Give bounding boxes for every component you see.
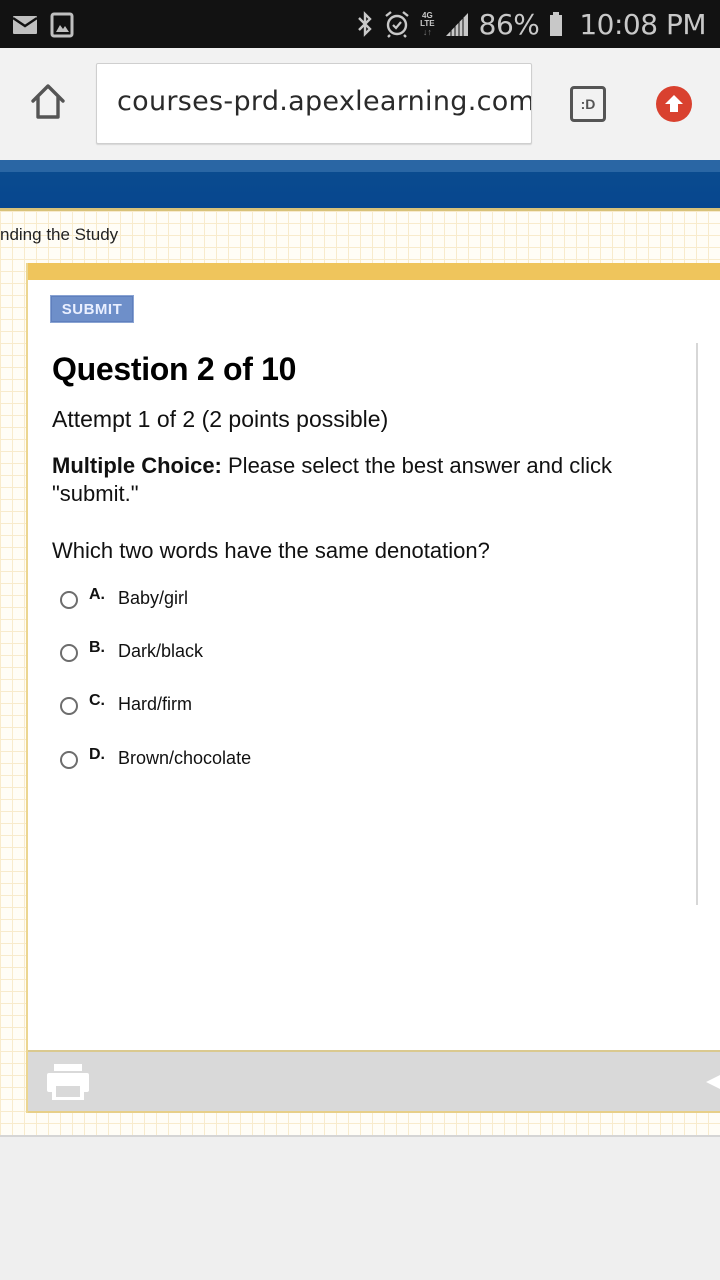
option-letter: D. [89, 746, 105, 763]
clock: 10:08 PM [579, 7, 706, 41]
bottom-blank-area [0, 1135, 720, 1280]
card-accent-bar [28, 263, 720, 280]
answer-option-a[interactable]: A. Baby/girl [60, 583, 188, 613]
radio-button[interactable] [60, 644, 78, 662]
question-card: SUBMIT Question 2 of 10 Attempt 1 of 2 (… [26, 263, 720, 1113]
submit-label: SUBMIT [61, 300, 123, 318]
print-button[interactable] [46, 1062, 90, 1102]
print-icon [47, 1064, 89, 1100]
alarm-icon [385, 11, 409, 38]
option-text: Dark/black [118, 640, 204, 661]
option-text: Hard/firm [118, 693, 193, 714]
url-text: courses-prd.apexlearning.com/ [117, 86, 532, 117]
bluetooth-icon [358, 11, 372, 37]
tab-switcher-button[interactable]: :D [570, 86, 606, 122]
instructions: Multiple Choice: Please select the best … [52, 452, 672, 508]
browser-toolbar: courses-prd.apexlearning.com/ :D [0, 48, 720, 160]
battery-percent: 86% [478, 7, 540, 41]
submit-button[interactable]: SUBMIT [50, 295, 134, 323]
option-letter: C. [89, 692, 105, 709]
4g-lte-icon: 4G LTE ↓↑ [420, 12, 435, 37]
card-footer [28, 1050, 720, 1113]
answer-option-d[interactable]: D. Brown/chocolate [60, 743, 251, 773]
option-text: Brown/chocolate [118, 747, 252, 768]
radio-button[interactable] [60, 591, 78, 609]
question-prompt: Which two words have the same denotation… [52, 538, 490, 563]
vertical-divider [696, 343, 698, 905]
instructions-type: Multiple Choice: [52, 453, 222, 478]
home-button[interactable] [28, 82, 68, 122]
status-bar: 4G LTE ↓↑ 86% 10:08 PM [0, 0, 720, 48]
radio-button[interactable] [60, 697, 78, 715]
answer-option-c[interactable]: C. Hard/firm [60, 689, 192, 719]
page-body: nding the Study SUBMIT Question 2 of 10 … [0, 211, 720, 1135]
site-header-bar [0, 160, 720, 211]
option-text: Baby/girl [118, 587, 189, 608]
gallery-icon [50, 12, 74, 38]
home-icon [31, 84, 65, 119]
upload-arrow-icon [665, 95, 683, 112]
breadcrumb: nding the Study [0, 225, 119, 244]
signal-icon [445, 13, 468, 36]
battery-icon [550, 12, 563, 36]
answer-option-b[interactable]: B. Dark/black [60, 636, 203, 666]
extension-button[interactable] [656, 86, 692, 122]
mail-icon [12, 16, 38, 34]
back-arrow-icon[interactable] [706, 1072, 720, 1092]
url-bar[interactable]: courses-prd.apexlearning.com/ [96, 63, 532, 144]
attempt-info: Attempt 1 of 2 (2 points possible) [52, 406, 389, 432]
option-letter: A. [89, 586, 105, 603]
radio-button[interactable] [60, 751, 78, 769]
question-title: Question 2 of 10 [52, 351, 297, 387]
data-activity-arrows: ↓↑ [422, 27, 432, 37]
tab-switcher-label: :D [580, 96, 596, 112]
option-letter: B. [89, 639, 105, 656]
